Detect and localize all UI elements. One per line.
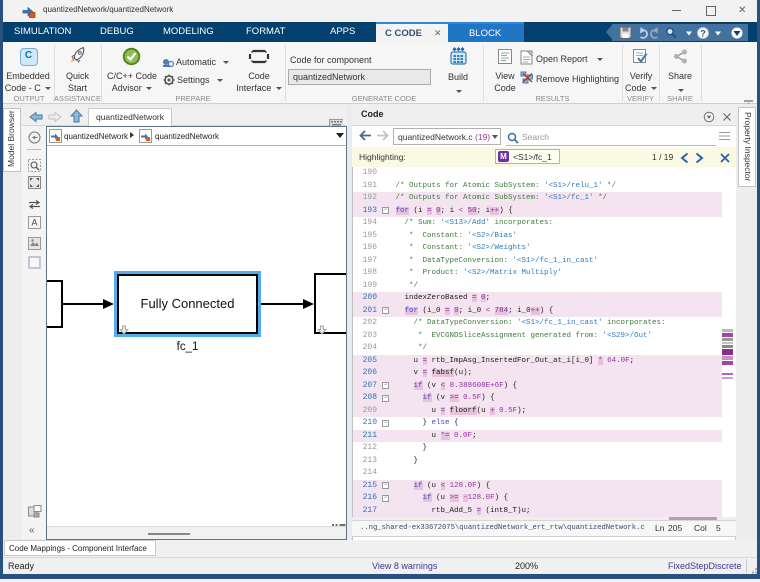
svg-text:?: ? — [700, 29, 706, 39]
svg-text:A: A — [31, 218, 37, 228]
